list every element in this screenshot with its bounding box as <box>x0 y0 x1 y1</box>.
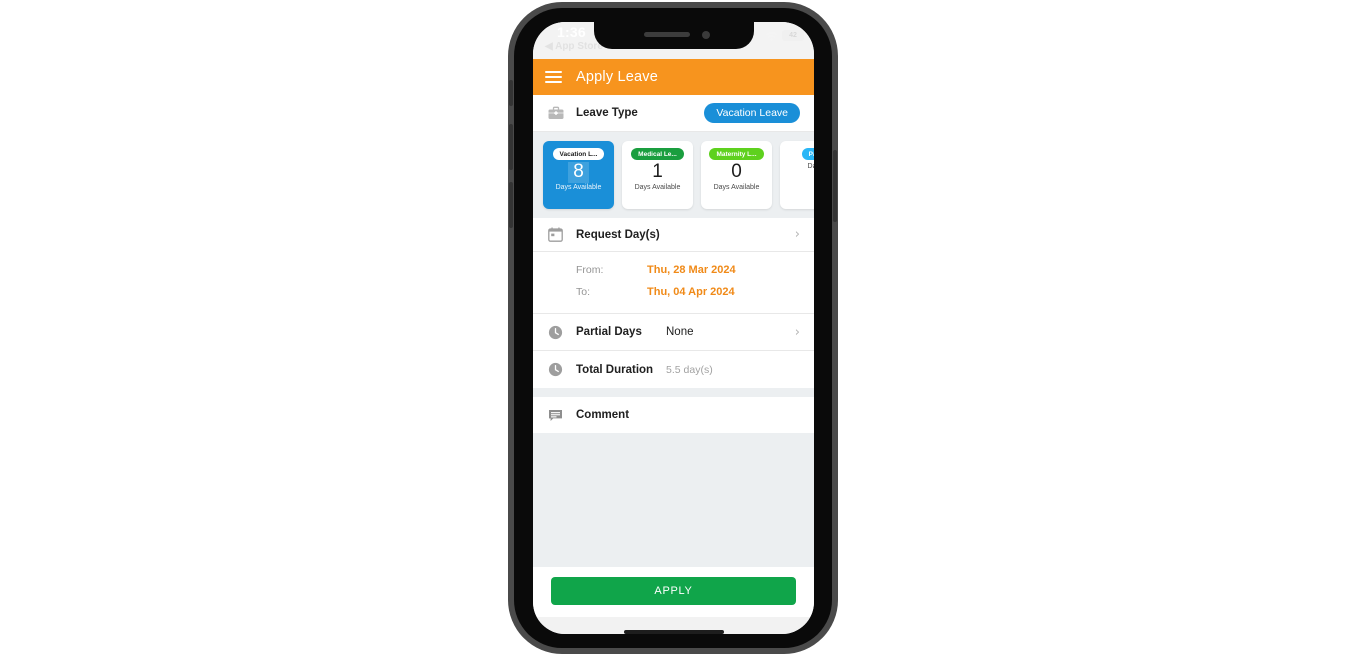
power-button[interactable] <box>833 150 837 222</box>
leave-card-pill: Maternity L... <box>709 148 764 160</box>
leave-card-pill: Medical Le... <box>631 148 684 160</box>
briefcase-icon <box>547 105 564 122</box>
footer-actions: APPLY <box>533 567 814 617</box>
app-bar: Apply Leave <box>533 59 814 95</box>
comment-row[interactable]: Comment <box>533 397 814 433</box>
leave-card-subtitle: Days <box>807 163 814 170</box>
to-date-row[interactable]: To: Thu, 04 Apr 2024 <box>533 280 814 312</box>
from-date-label: From: <box>576 264 604 276</box>
leave-card-count: 8 <box>568 161 589 183</box>
comment-empty-area[interactable] <box>533 433 814 567</box>
status-bar-back-to-app-store[interactable]: ◀ App Store <box>545 41 603 52</box>
phone-device-frame: 1:36 ◀ App Store 42 Apply Leave Leave Ty… <box>508 2 838 654</box>
leave-type-label: Leave Type <box>576 107 638 119</box>
leave-card-pill: Vacation L... <box>552 148 605 160</box>
leave-card-pill: Paid <box>801 148 814 160</box>
total-duration-row: Total Duration 5.5 day(s) <box>533 351 814 388</box>
from-date-value: Thu, 28 Mar 2024 <box>647 264 736 276</box>
leave-card-count: 0 <box>731 161 742 182</box>
silent-switch-button[interactable] <box>509 80 513 106</box>
partial-days-row[interactable]: Partial Days None › <box>533 314 814 351</box>
leave-card[interactable]: Paid Days <box>780 141 814 209</box>
request-days-label: Request Day(s) <box>576 228 660 241</box>
to-date-label: To: <box>576 286 591 298</box>
leave-card-subtitle: Days Available <box>634 183 681 191</box>
chevron-right-icon[interactable]: › <box>795 326 800 339</box>
front-camera-icon <box>701 31 710 39</box>
leave-card[interactable]: Medical Le... 1 Days Available <box>622 141 693 209</box>
phone-screen: 1:36 ◀ App Store 42 Apply Leave Leave Ty… <box>533 22 814 634</box>
home-indicator[interactable] <box>623 630 724 634</box>
total-duration-value: 5.5 day(s) <box>666 363 713 376</box>
to-date-value: Thu, 04 Apr 2024 <box>647 286 735 298</box>
earpiece-speaker <box>643 32 690 37</box>
leave-card-subtitle: Days Available <box>713 183 760 191</box>
status-bar-time: 1:36 <box>557 24 586 40</box>
section-gap <box>533 388 814 397</box>
hamburger-menu-icon[interactable] <box>545 71 562 83</box>
partial-days-label: Partial Days <box>576 326 642 338</box>
status-bar-indicators: 42 <box>765 30 804 41</box>
comment-icon <box>547 407 564 424</box>
from-date-row[interactable]: From: Thu, 28 Mar 2024 <box>533 252 814 280</box>
page-title: Apply Leave <box>576 69 659 85</box>
wifi-icon <box>765 31 778 41</box>
volume-down-button[interactable] <box>509 182 513 228</box>
request-days-row[interactable]: Request Day(s) › <box>533 218 814 252</box>
home-safe-area <box>533 617 814 634</box>
leave-balance-cards[interactable]: Vacation L... 8 Days Available Medical L… <box>533 132 814 218</box>
clock-icon <box>547 324 564 341</box>
leave-card[interactable]: Maternity L... 0 Days Available <box>701 141 772 209</box>
leave-type-row[interactable]: Leave Type Vacation Leave <box>533 95 814 132</box>
battery-level-label: 42 <box>789 32 797 39</box>
comment-label: Comment <box>576 409 630 421</box>
calendar-icon <box>547 226 564 243</box>
leave-card-count: 1 <box>652 161 663 182</box>
leave-card-subtitle: Days Available <box>555 183 602 191</box>
clock-icon <box>547 361 564 378</box>
partial-days-value: None <box>666 326 694 338</box>
volume-up-button[interactable] <box>509 124 513 170</box>
leave-type-selected-pill[interactable]: Vacation Leave <box>704 103 800 123</box>
total-duration-label: Total Duration <box>576 363 654 376</box>
chevron-right-icon[interactable]: › <box>795 228 800 241</box>
leave-card[interactable]: Vacation L... 8 Days Available <box>543 141 614 209</box>
device-notch <box>593 22 754 49</box>
apply-button[interactable]: APPLY <box>551 577 796 605</box>
battery-icon: 42 <box>782 30 804 41</box>
